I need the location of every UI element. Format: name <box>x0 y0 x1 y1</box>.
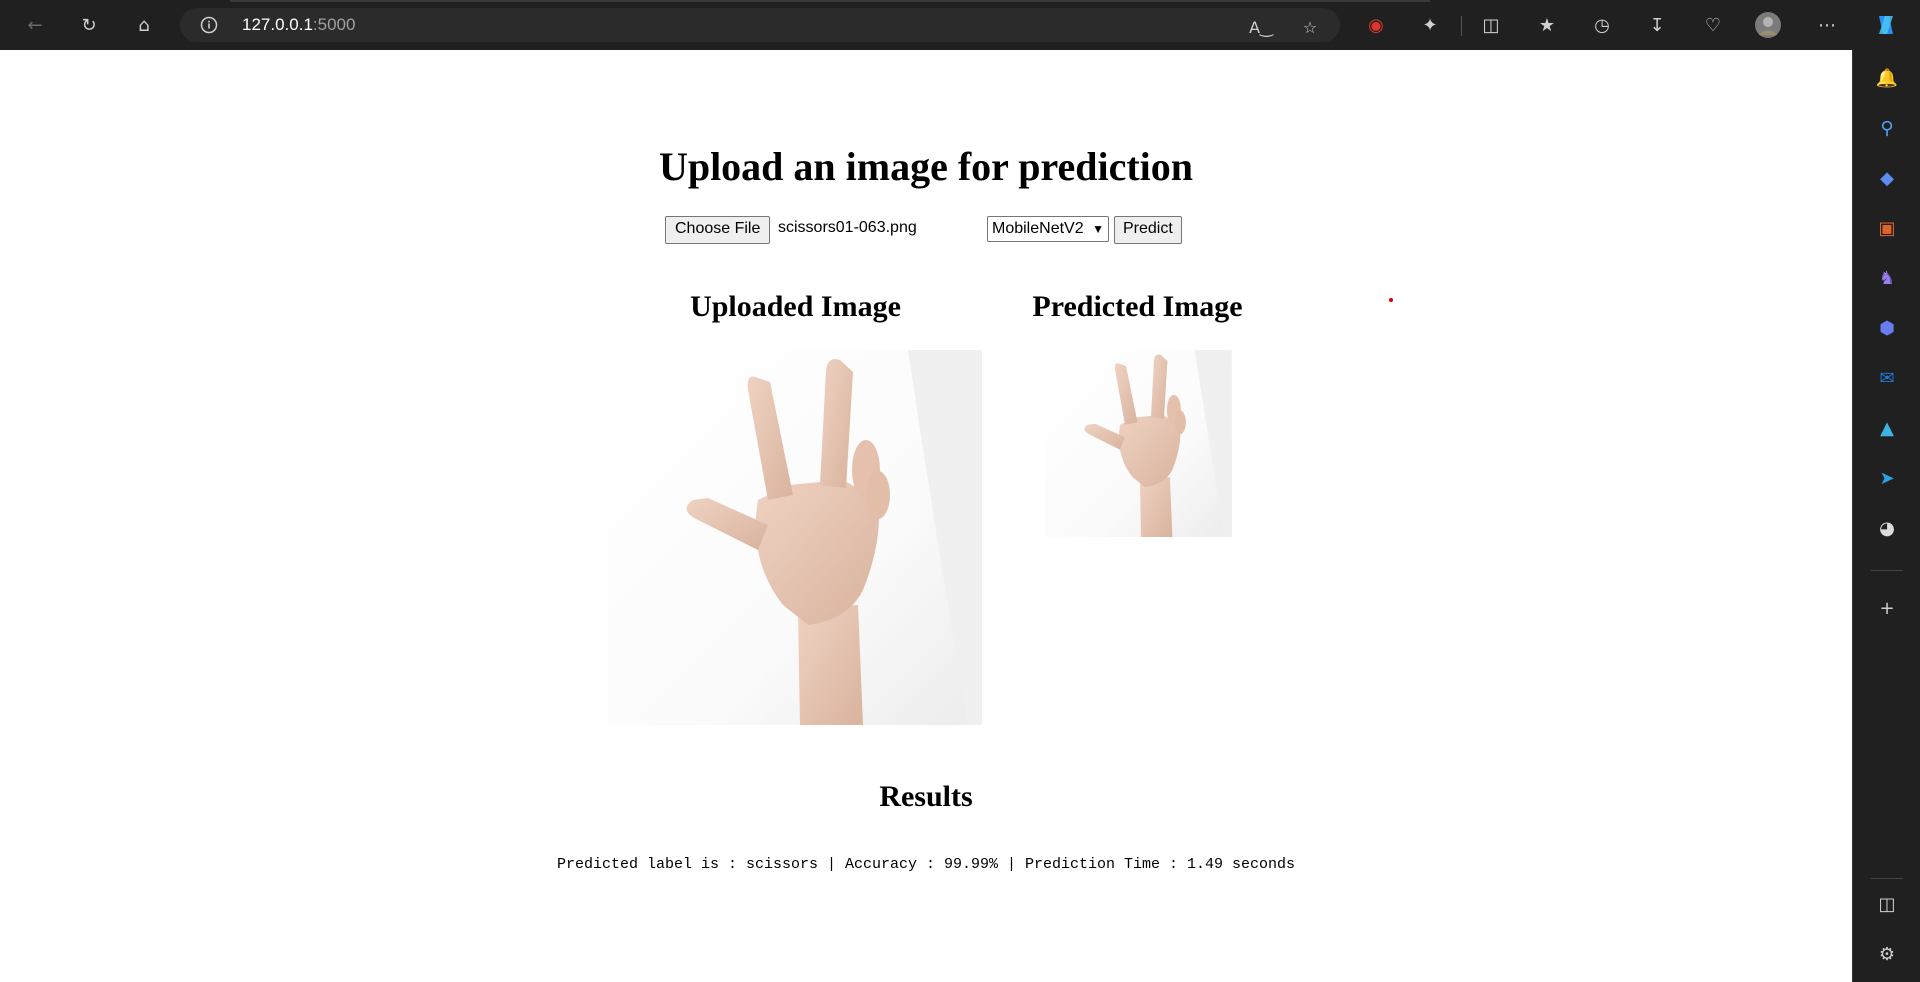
predicted-image-heading: Predicted Image <box>1032 290 1243 323</box>
page-title: Upload an image for prediction <box>658 144 1194 189</box>
model-select[interactable]: MobileNetV2 ▼ <box>987 216 1109 242</box>
m365-icon[interactable]: ⬢ <box>1873 314 1901 342</box>
more-icon[interactable]: ⋯ <box>1813 11 1841 39</box>
copilot-icon[interactable] <box>1872 11 1900 39</box>
browser-toolbar: ← ↻ ⌂ 127.0.0.1:5000 A‿ ☆ ◉ ✦ ◫ ★ ◷ ↧ ♡ … <box>0 0 1920 50</box>
toolbar-divider <box>1461 16 1462 36</box>
uploaded-image-heading: Uploaded Image <box>690 290 901 323</box>
choose-file-button[interactable]: Choose File <box>665 216 771 244</box>
toolbox-icon[interactable]: ▣ <box>1873 214 1901 242</box>
tag-icon[interactable]: ◆ <box>1873 164 1901 192</box>
upload-form: Choose File scissors01-063.png MobileNet… <box>665 216 1185 246</box>
edge-sidebar: 🔔 ⚲ ◆ ▣ ♞ ⬢ ✉ ▲ ➤ ◕ + ◫ ⚙ <box>1852 50 1920 982</box>
back-icon[interactable]: ← <box>20 10 50 40</box>
selected-file-name: scissors01-063.png <box>778 219 917 236</box>
split-screen-icon[interactable]: ◫ <box>1477 11 1505 39</box>
url-text[interactable]: 127.0.0.1:5000 <box>242 15 355 35</box>
address-bar[interactable]: 127.0.0.1:5000 A‿ ☆ <box>180 8 1340 42</box>
tracking-icon[interactable]: ◉ <box>1362 11 1390 39</box>
predicted-image <box>1045 350 1232 537</box>
speedometer-icon[interactable]: ◕ <box>1873 514 1901 542</box>
profile-avatar[interactable] <box>1754 11 1782 39</box>
favorites-icon[interactable]: ★ <box>1533 11 1561 39</box>
downloads-icon[interactable]: ↧ <box>1643 11 1671 39</box>
settings-icon[interactable]: ⚙ <box>1873 940 1901 968</box>
refresh-icon[interactable]: ↻ <box>74 10 104 40</box>
uploaded-image <box>608 350 982 725</box>
bell-icon[interactable]: 🔔 <box>1873 64 1901 92</box>
prediction-result-text: Predicted label is : scissors | Accuracy… <box>556 856 1296 873</box>
chess-icon[interactable]: ♞ <box>1873 264 1901 292</box>
info-icon[interactable] <box>200 16 218 34</box>
send-icon[interactable]: ▲ <box>1873 414 1901 442</box>
model-select-value: MobileNetV2 <box>992 220 1084 237</box>
add-icon[interactable]: + <box>1873 594 1901 622</box>
cursor-dot <box>1389 298 1393 302</box>
browser-essentials-icon[interactable]: ♡ <box>1699 11 1727 39</box>
sidebar-divider <box>1871 570 1903 571</box>
home-icon[interactable]: ⌂ <box>129 10 159 40</box>
outlook-icon[interactable]: ✉ <box>1873 364 1901 392</box>
tab-strip-edge <box>230 0 1430 2</box>
search-icon[interactable]: ⚲ <box>1873 114 1901 142</box>
favorite-star-icon[interactable]: ☆ <box>1299 16 1321 38</box>
results-heading: Results <box>879 780 973 813</box>
sidebar-toggle-icon[interactable]: ◫ <box>1873 890 1901 918</box>
chevron-down-icon: ▼ <box>1092 222 1104 236</box>
history-icon[interactable]: ◷ <box>1588 11 1616 39</box>
read-aloud-icon[interactable]: A‿ <box>1249 16 1273 38</box>
web-page: Upload an image for prediction Choose Fi… <box>0 50 1852 982</box>
extensions-icon[interactable]: ✦ <box>1416 11 1444 39</box>
sidebar-divider-bottom <box>1871 878 1903 879</box>
telegram-icon[interactable]: ➤ <box>1873 464 1901 492</box>
predict-button[interactable]: Predict <box>1114 216 1182 244</box>
